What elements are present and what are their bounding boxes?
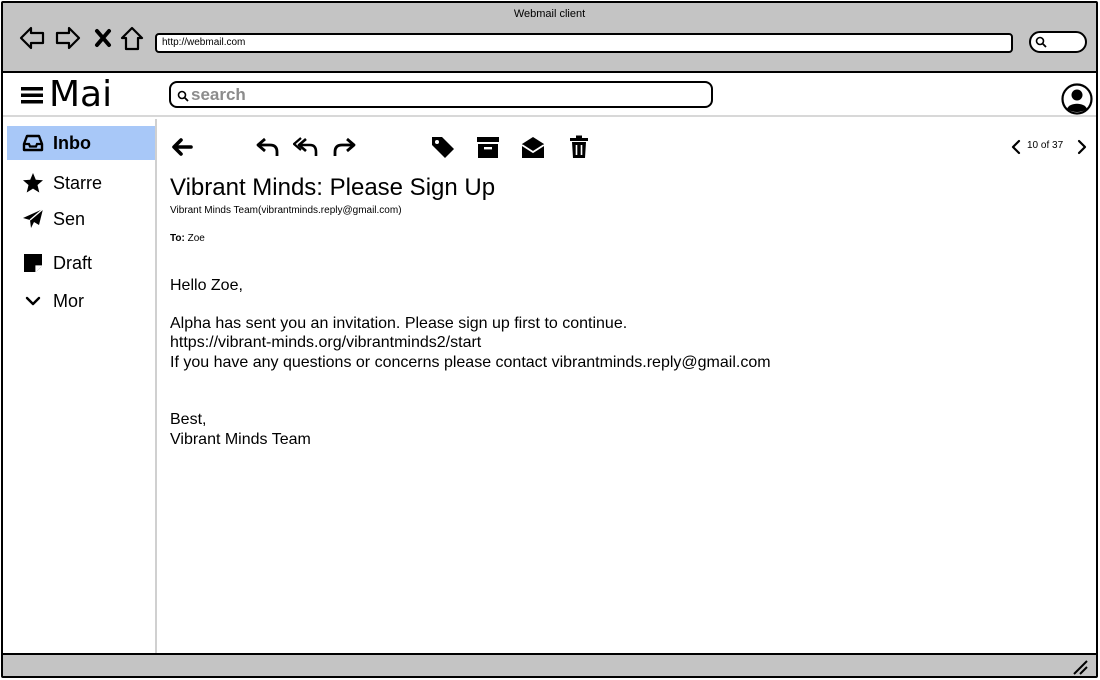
- tag-icon[interactable]: [429, 133, 457, 161]
- stop-icon[interactable]: [88, 23, 118, 53]
- email-recipient: To: Zoe: [170, 233, 205, 244]
- draft-icon: [21, 251, 45, 275]
- email-body-line: If you have any questions or concerns pl…: [170, 354, 771, 371]
- app-search-box[interactable]: [169, 81, 713, 108]
- browser-search-field[interactable]: [1029, 31, 1087, 53]
- to-label: To:: [170, 233, 185, 244]
- email-subject: Vibrant Minds: Please Sign Up: [170, 174, 496, 201]
- avatar[interactable]: [1061, 83, 1093, 115]
- sidebar-item-more[interactable]: Mor: [7, 284, 155, 318]
- email-sender: Vibrant Minds Team(vibrantminds.reply@gm…: [170, 205, 402, 216]
- sidebar-item-starred[interactable]: Starre: [7, 166, 155, 200]
- hamburger-menu-icon[interactable]: [21, 85, 43, 105]
- email-view: 10 of 37 Vibrant Minds: Please Sign Up V…: [159, 119, 1096, 653]
- email-body-line: Alpha has sent you an invitation. Please…: [170, 315, 628, 332]
- reply-icon[interactable]: [254, 133, 282, 161]
- chevron-down-icon: [21, 289, 45, 313]
- sidebar-item-label: Draft: [53, 252, 93, 273]
- email-greeting: Hello Zoe,: [170, 277, 243, 294]
- star-icon: [21, 171, 45, 195]
- reply-all-icon[interactable]: [292, 133, 320, 161]
- browser-chrome: Webmail client http://webmail.com: [3, 3, 1096, 73]
- email-signature: Vibrant Minds Team: [170, 431, 311, 448]
- mark-read-icon[interactable]: [519, 133, 547, 161]
- search-icon: [1035, 36, 1047, 48]
- send-icon: [21, 207, 45, 231]
- sidebar-item-label: Inbo: [53, 132, 91, 153]
- search-input[interactable]: [191, 85, 691, 104]
- sidebar-item-label: Mor: [53, 290, 84, 311]
- email-link[interactable]: https://vibrant-minds.org/vibrantminds2/…: [170, 333, 481, 352]
- window-title: Webmail client: [513, 8, 586, 20]
- back-arrow-icon[interactable]: [168, 133, 196, 161]
- archive-icon[interactable]: [474, 133, 502, 161]
- sidebar-item-inbox[interactable]: Inbo: [7, 126, 155, 160]
- chevron-left-icon[interactable]: [1009, 139, 1023, 155]
- home-icon[interactable]: [117, 23, 147, 53]
- sidebar-item-label: Sen: [53, 208, 86, 229]
- search-icon: [177, 90, 189, 102]
- chevron-right-icon[interactable]: [1075, 139, 1089, 155]
- sidebar-item-sent[interactable]: Sen: [7, 202, 155, 236]
- resize-grip-icon[interactable]: [1072, 659, 1088, 675]
- page-count: 10 of 37: [1027, 140, 1064, 151]
- forward-nav-icon[interactable]: [53, 23, 83, 53]
- sidebar-item-label: Starre: [53, 172, 103, 193]
- forward-icon[interactable]: [330, 133, 358, 161]
- email-signoff: Best,: [170, 411, 207, 428]
- inbox-icon: [21, 131, 45, 155]
- status-bar: [3, 653, 1096, 676]
- browser-window: Webmail client http://webmail.com Mai se…: [1, 1, 1098, 678]
- app-header: Mai: [3, 73, 1096, 117]
- app-logo: Mai: [49, 74, 113, 115]
- sidebar: Inbo Starre Sen Draft Mor: [3, 119, 157, 653]
- url-bar[interactable]: http://webmail.com: [155, 33, 1013, 53]
- trash-icon[interactable]: [565, 133, 593, 161]
- sidebar-item-drafts[interactable]: Draft: [7, 246, 155, 280]
- pagination: 10 of 37: [1009, 137, 1089, 157]
- back-icon[interactable]: [17, 23, 47, 53]
- to-value: Zoe: [187, 233, 205, 244]
